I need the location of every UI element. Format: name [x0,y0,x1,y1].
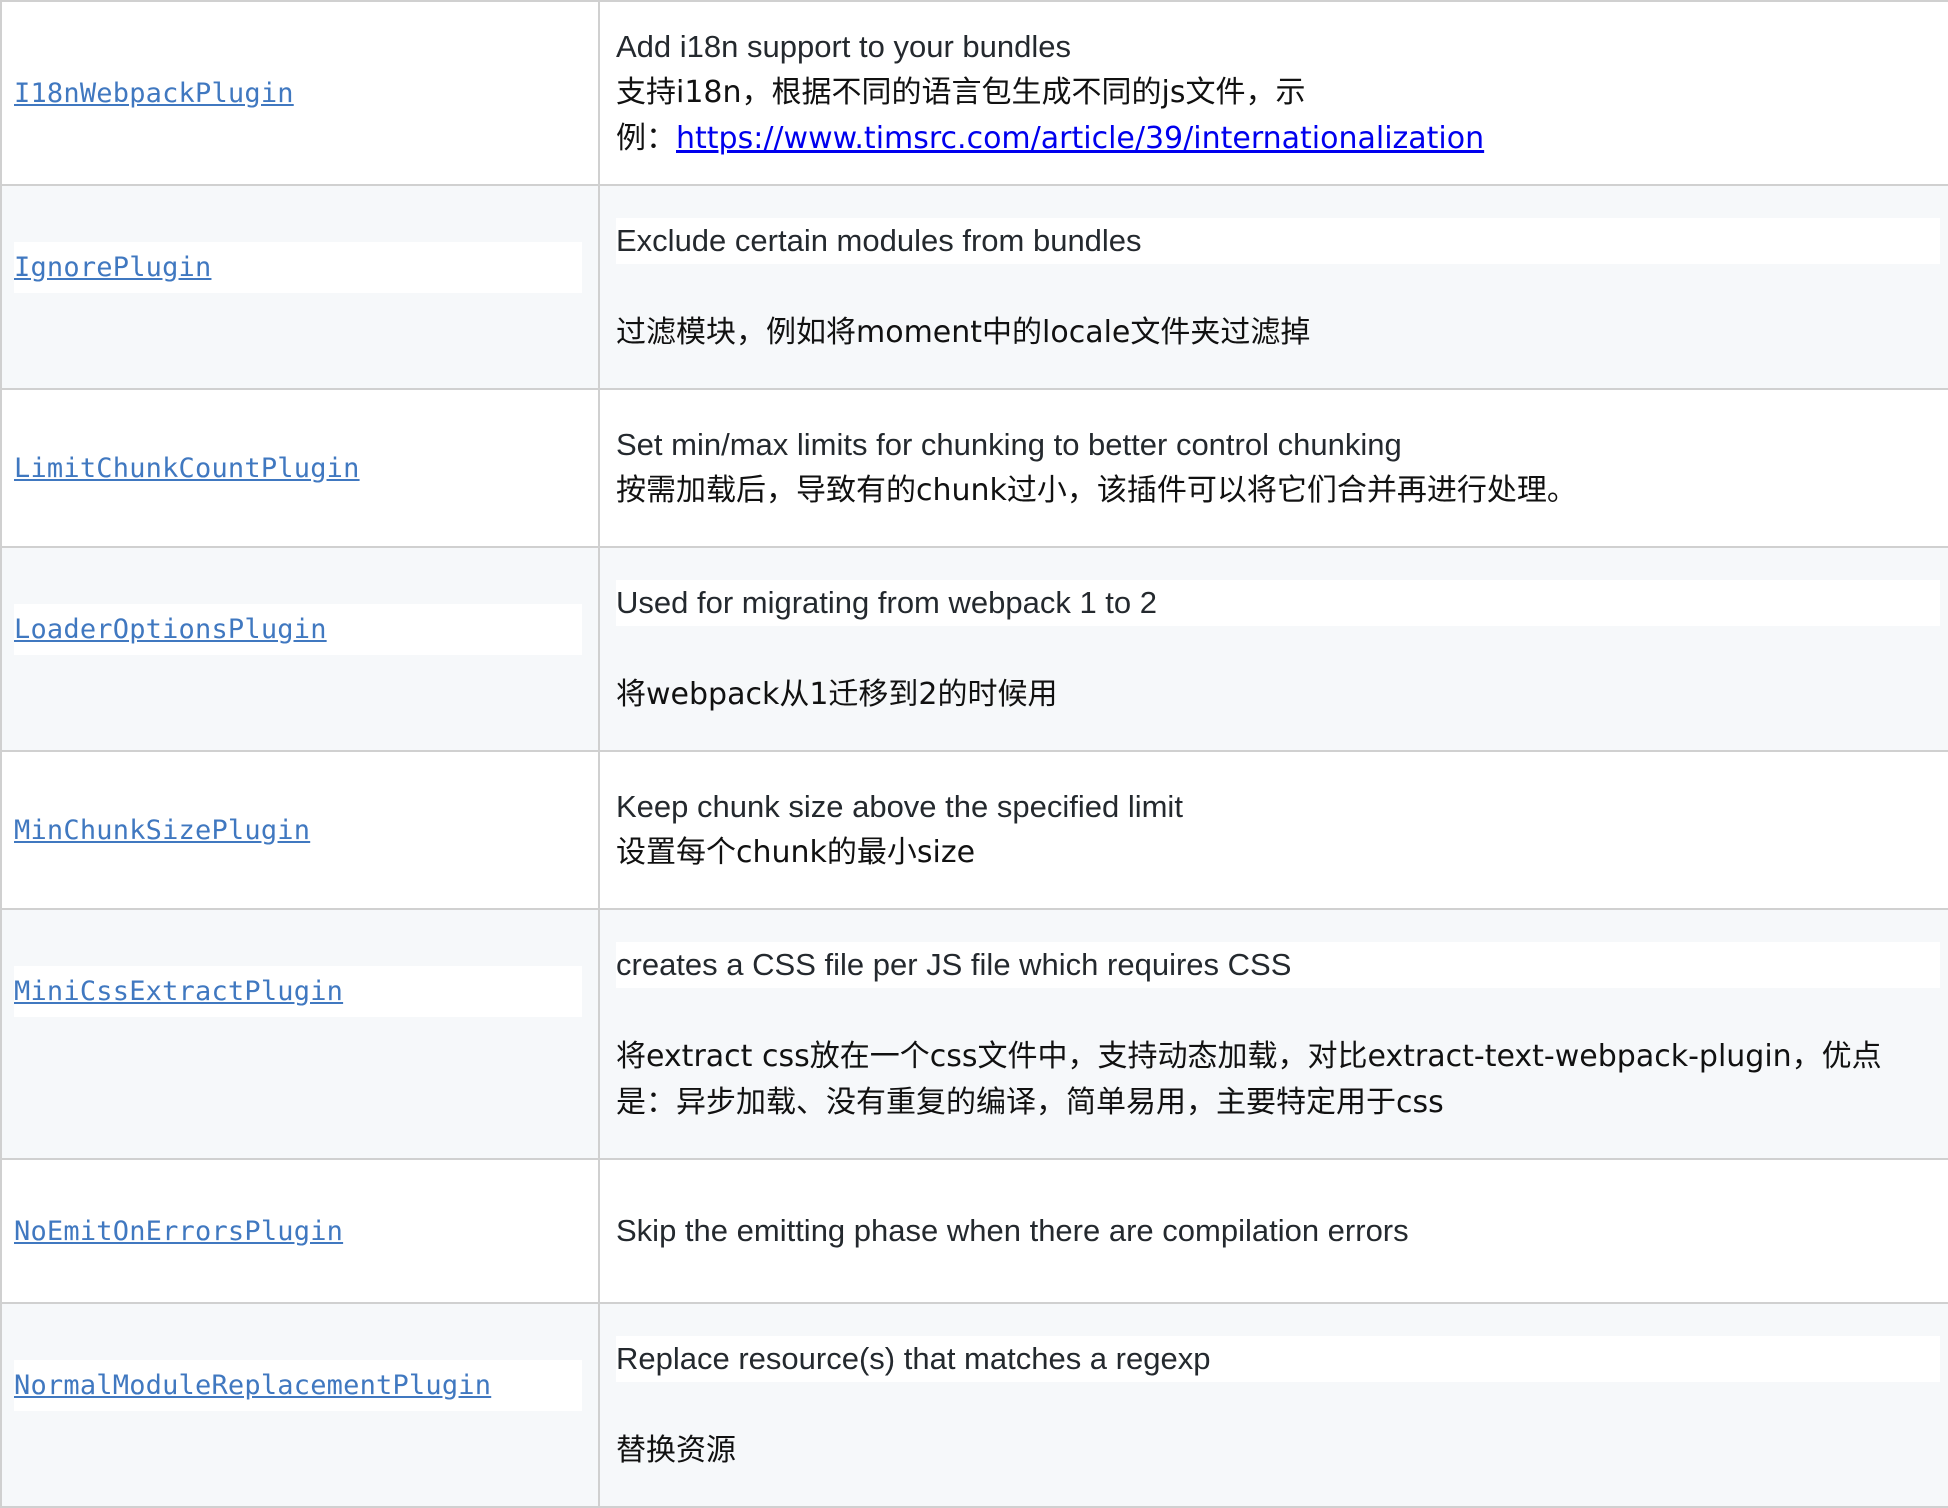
external-article-link[interactable]: https://www.timsrc.com/article/39/intern… [676,121,1484,156]
description-english: Used for migrating from webpack 1 to 2 [616,580,1940,626]
description-chinese-line-2: 是：异步加载、没有重复的编译，简单易用，主要特定用于css [616,1085,1444,1120]
plugin-description-cell: Keep chunk size above the specified limi… [598,750,1948,910]
plugin-name-cell: MinChunkSizePlugin [0,750,600,910]
description-chinese-line-1: 将extract css放在一个css文件中，支持动态加载，对比extract-… [616,1039,1882,1074]
plugin-link-normalmodulereplacementplugin[interactable]: NormalModuleReplacementPlugin [14,1370,491,1401]
description-english: Exclude certain modules from bundles [616,218,1940,264]
plugin-description-cell: creates a CSS file per JS file which req… [598,908,1948,1160]
plugin-name-cell: LoaderOptionsPlugin [0,546,600,752]
plugin-link-loaderoptionsplugin[interactable]: LoaderOptionsPlugin [14,614,327,645]
plugin-link-minicssextractplugin[interactable]: MiniCssExtractPlugin [14,976,343,1007]
plugin-link-limitchunkcountplugin[interactable]: LimitChunkCountPlugin [14,453,360,484]
description-chinese-line-2-wrap: 例：https://www.timsrc.com/article/39/inte… [616,116,1940,162]
description-chinese: 将webpack从1迁移到2的时候用 [616,677,1058,712]
plugin-name-cell: IgnorePlugin [0,184,600,390]
description-english: Set min/max limits for chunking to bette… [616,427,1402,462]
plugin-name-box: IgnorePlugin [14,241,582,293]
description-chinese: 过滤模块，例如将moment中的locale文件夹过滤掉 [616,315,1311,350]
plugin-name-box: MiniCssExtractPlugin [14,965,582,1017]
plugin-description-cell: Add i18n support to your bundles 支持i18n，… [598,0,1948,186]
description-english: Skip the emitting phase when there are c… [616,1213,1409,1248]
plugin-name-cell: NoEmitOnErrorsPlugin [0,1158,600,1304]
description-english: Keep chunk size above the specified limi… [616,789,1183,824]
plugin-name-box: NormalModuleReplacementPlugin [14,1359,582,1411]
table-row: I18nWebpackPlugin Add i18n support to yo… [0,0,1948,186]
plugin-link-i18nwebpackplugin[interactable]: I18nWebpackPlugin [14,78,294,109]
table-row: IgnorePlugin Exclude certain modules fro… [0,184,1948,390]
description-chinese: 设置每个chunk的最小size [616,835,976,870]
description-chinese-line-2: 例： [616,121,676,156]
table-row: LimitChunkCountPlugin Set min/max limits… [0,388,1948,548]
plugin-name-cell: NormalModuleReplacementPlugin [0,1302,600,1508]
plugin-description-cell: Used for migrating from webpack 1 to 2 将… [598,546,1948,752]
description-chinese: 按需加载后，导致有的chunk过小，该插件可以将它们合并再进行处理。 [616,473,1577,508]
table-row: LoaderOptionsPlugin Used for migrating f… [0,546,1948,752]
table-row: MiniCssExtractPlugin creates a CSS file … [0,908,1948,1160]
table-row: MinChunkSizePlugin Keep chunk size above… [0,750,1948,910]
description-chinese: 替换资源 [616,1433,736,1468]
plugin-description-cell: Skip the emitting phase when there are c… [598,1158,1948,1304]
plugins-table: I18nWebpackPlugin Add i18n support to yo… [0,0,1948,1508]
description-chinese-line-1: 支持i18n，根据不同的语言包生成不同的js文件，示 [616,75,1306,110]
table-row: NoEmitOnErrorsPlugin Skip the emitting p… [0,1158,1948,1304]
plugin-description-cell: Replace resource(s) that matches a regex… [598,1302,1948,1508]
plugin-name-cell: MiniCssExtractPlugin [0,908,600,1160]
description-chinese: 支持i18n，根据不同的语言包生成不同的js文件，示 [616,70,1940,116]
plugin-description-cell: Exclude certain modules from bundles 过滤模… [598,184,1948,390]
table-row: NormalModuleReplacementPlugin Replace re… [0,1302,1948,1508]
description-english: Replace resource(s) that matches a regex… [616,1336,1940,1382]
plugin-link-ignoreplugin[interactable]: IgnorePlugin [14,252,211,283]
description-english: creates a CSS file per JS file which req… [616,942,1940,988]
plugin-name-cell: LimitChunkCountPlugin [0,388,600,548]
description-english: Add i18n support to your bundles [616,29,1071,64]
plugin-link-noemitonerrorsplugin[interactable]: NoEmitOnErrorsPlugin [14,1216,343,1247]
plugin-link-minchunksizeplugin[interactable]: MinChunkSizePlugin [14,815,310,846]
plugin-name-box: LoaderOptionsPlugin [14,603,582,655]
plugin-name-cell: I18nWebpackPlugin [0,0,600,186]
plugin-description-cell: Set min/max limits for chunking to bette… [598,388,1948,548]
